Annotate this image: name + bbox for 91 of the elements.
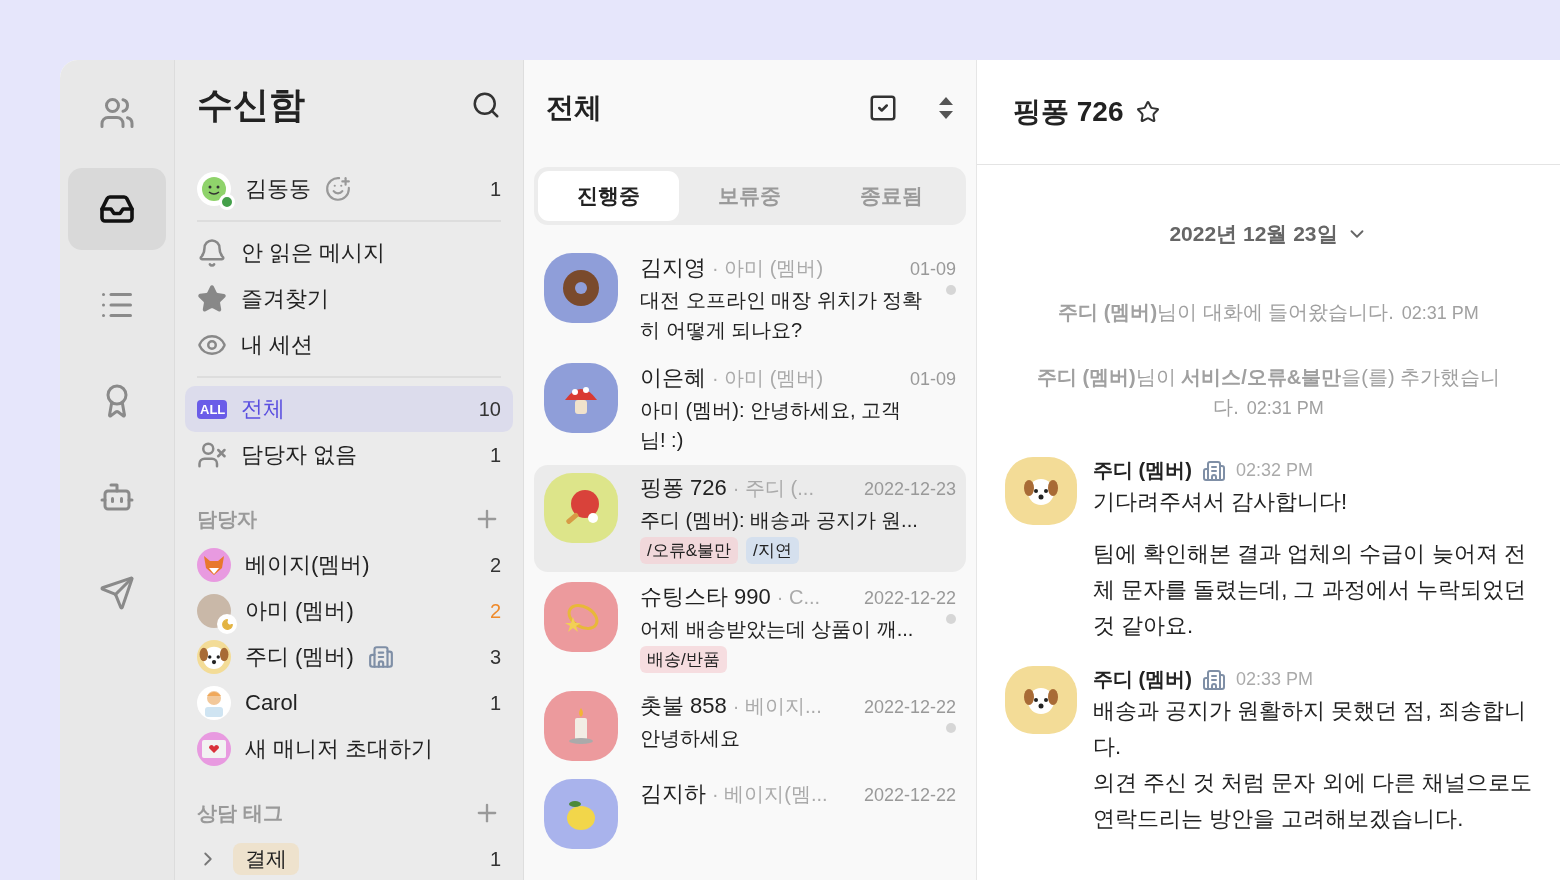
assignee-count: 2 bbox=[489, 599, 501, 623]
nav-item[interactable]: 안 읽은 메시지 bbox=[241, 238, 386, 268]
assignee-name: · 주디 (... bbox=[732, 476, 814, 501]
conversation-item[interactable]: 김지영 · 아미 (멤버) 01-09 대전 오프라인 매장 위치가 정확히 어떻게 되나요? bbox=[534, 245, 966, 353]
message-preview: 주디 (멤버): 배송과 공지가 원... bbox=[640, 508, 919, 533]
search-button[interactable] bbox=[471, 90, 501, 120]
dog-avatar bbox=[1005, 666, 1077, 734]
message-preview: 안녕하세요 bbox=[640, 726, 741, 751]
favorite-star-button[interactable] bbox=[1135, 100, 1160, 124]
filter-item[interactable]: 담당자 없음 1 bbox=[185, 432, 513, 478]
list-title: 전체 bbox=[546, 90, 602, 125]
user-name: 김동동 bbox=[245, 175, 311, 203]
conversation-item[interactable]: 슈팅스타 990 · C... 2022-12-22 어제 배송받았는데 상품이 깨... 배송/반품 bbox=[534, 574, 966, 681]
conversation-item[interactable]: 김지하 · 베이지(멤... 2022-12-22 bbox=[534, 771, 966, 857]
message-preview: 대전 오프라인 매장 위치가 정확히 어떻게 되나요? bbox=[640, 288, 924, 343]
bell-icon bbox=[197, 238, 227, 268]
chat-title: 핑퐁 726 bbox=[1013, 95, 1124, 129]
conversation-item[interactable]: 촛불 858 · 베이지... 2022-12-22 안녕하세요 bbox=[534, 683, 966, 769]
message-time: 02:32 PM bbox=[1235, 460, 1313, 481]
conversation-tag: /오류&불만 bbox=[640, 537, 739, 564]
sort-button[interactable] bbox=[938, 95, 954, 120]
dog-avatar bbox=[1005, 457, 1077, 525]
nav-rail-button[interactable] bbox=[68, 168, 166, 250]
assignee-count: 2 bbox=[489, 553, 501, 577]
add-emoji-icon[interactable] bbox=[325, 176, 351, 202]
system-message: 주디 (멤버)님이 서비스/오류&불만을(를) 추가했습니다. 02:31 PM bbox=[1035, 365, 1502, 420]
nav-item[interactable]: 내 세션 bbox=[241, 330, 314, 360]
customer-name: 김지하 bbox=[640, 780, 706, 808]
message-text: 배송과 공지가 원활하지 못했던 점, 죄송합니다. bbox=[1093, 697, 1527, 761]
date-divider[interactable]: 2022년 12월 23일 bbox=[1163, 219, 1374, 249]
inbox-title: 수신함 bbox=[197, 82, 305, 127]
fox-avatar bbox=[197, 548, 231, 582]
assignee-name[interactable]: Carol bbox=[245, 690, 298, 716]
tag-count: 1 bbox=[489, 847, 501, 871]
assignee-name[interactable]: 베이지(멤버) bbox=[245, 550, 370, 580]
filter-label: 전체 bbox=[241, 395, 285, 423]
customer-name: 핑퐁 726 bbox=[640, 474, 727, 502]
all-badge: ALL bbox=[197, 399, 227, 419]
assignee-name: · 아미 (멤버) bbox=[712, 366, 824, 391]
conversation-date: 01-09 bbox=[909, 369, 956, 390]
dog-avatar bbox=[197, 640, 231, 674]
assignee-name: · 베이지... bbox=[732, 694, 822, 719]
paper-plane-icon bbox=[99, 575, 135, 611]
assignee-name: · 아미 (멤버) bbox=[712, 256, 824, 281]
customer-name: 이은혜 bbox=[640, 364, 706, 392]
system-message: 주디 (멤버)님이 대화에 들어왔습니다. 02:31 PM bbox=[1058, 300, 1479, 325]
author-name: 주디 (멤버) bbox=[1093, 667, 1192, 692]
conversation-date: 2022-12-22 bbox=[863, 785, 956, 806]
assignee-name[interactable]: 아미 (멤버) bbox=[245, 596, 354, 626]
message-text: 기다려주셔서 감사합니다! bbox=[1093, 488, 1349, 516]
assignee-name[interactable]: 주디 (멤버) bbox=[245, 642, 354, 672]
user-avatar bbox=[197, 172, 231, 206]
star-icon bbox=[197, 284, 227, 314]
status-tab[interactable]: 진행중 bbox=[538, 171, 680, 221]
filter-count: 10 bbox=[478, 397, 501, 421]
message-preview: 아미 (멤버): 안녕하세요, 고객님! :) bbox=[640, 398, 903, 453]
filter-label: 담당자 없음 bbox=[241, 441, 358, 469]
customer-name: 촛불 858 bbox=[640, 692, 727, 720]
nav-item[interactable]: 즐겨찾기 bbox=[241, 284, 329, 314]
author-name: 주디 (멤버) bbox=[1093, 458, 1192, 483]
agent-avatar bbox=[197, 686, 231, 720]
letter-avatar bbox=[197, 732, 231, 766]
conversation-date: 2022-12-23 bbox=[863, 479, 956, 500]
assignee-name: · 베이지(멤... bbox=[712, 782, 828, 807]
message-time: 02:33 PM bbox=[1235, 669, 1313, 690]
filter-count: 1 bbox=[489, 443, 501, 467]
user-x-icon bbox=[197, 440, 227, 470]
section-title: 상담 태그 bbox=[197, 800, 283, 826]
assignee-name[interactable]: 새 매니저 초대하기 bbox=[245, 734, 434, 764]
message-text: 팀에 확인해본 결과 업체의 수급이 늦어져 전체 문자를 돌렸는데, 그 과정에서 누락되었던 것 같아요. bbox=[1093, 540, 1527, 640]
message-preview: 어제 배송받았는데 상품이 깨... bbox=[640, 617, 915, 642]
conversation-date: 2022-12-22 bbox=[863, 697, 956, 718]
conversation-tag: /지연 bbox=[746, 537, 799, 564]
assignee-count: 3 bbox=[489, 645, 501, 669]
conversation-date: 2022-12-22 bbox=[863, 588, 956, 609]
section-title: 담당자 bbox=[197, 506, 257, 532]
customer-name: 김지영 bbox=[640, 254, 706, 282]
filter-item[interactable]: ALL 전체 10 bbox=[185, 386, 513, 432]
message-text: 의견 주신 것 처럼 문자 외에 다른 채널으로도 연락드리는 방안을 고려해보겠습니다. bbox=[1093, 769, 1532, 833]
building-icon bbox=[1201, 667, 1226, 692]
user-count: 1 bbox=[489, 177, 501, 201]
assignee-count: 1 bbox=[489, 691, 501, 715]
tag-chip[interactable]: 결제 bbox=[233, 843, 299, 875]
conversation-date: 01-09 bbox=[909, 259, 956, 280]
building-icon bbox=[1201, 458, 1226, 483]
conversation-tag: 배송/반품 bbox=[640, 646, 727, 673]
people-icon bbox=[99, 95, 135, 131]
assignee-name: · C... bbox=[776, 586, 821, 609]
customer-name: 슈팅스타 990 bbox=[640, 583, 771, 611]
conversation-item[interactable]: 이은혜 · 아미 (멤버) 01-09 아미 (멤버): 안녕하세요, 고객님! :) bbox=[534, 355, 966, 463]
conversation-item[interactable]: 핑퐁 726 · 주디 (... 2022-12-23 주디 (멤버): 배송과 공지가 원... /오류&불만 /지연 bbox=[534, 465, 966, 572]
